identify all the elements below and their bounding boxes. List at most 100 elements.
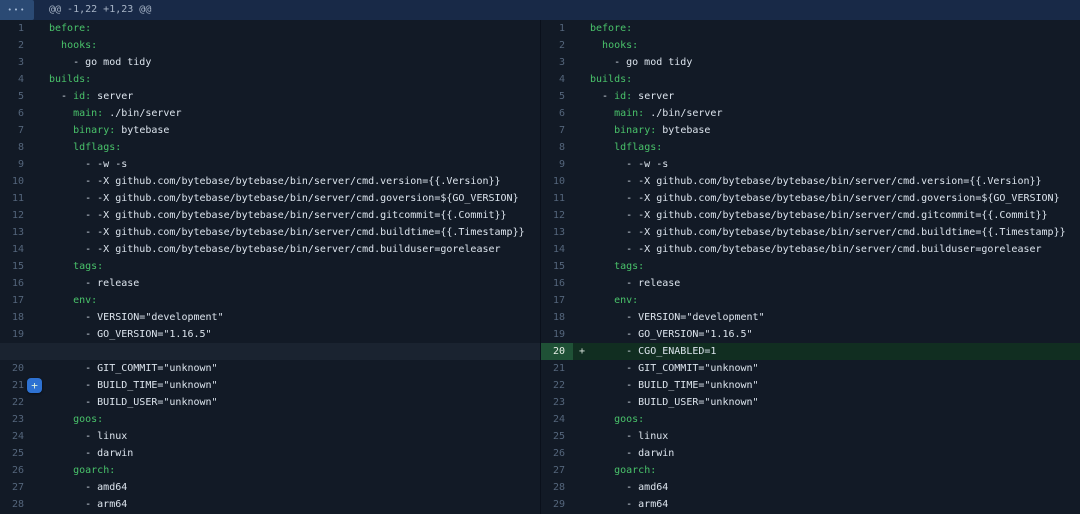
line-number[interactable]: 2 [541,37,573,54]
code-line: builds: [49,71,540,88]
line-number[interactable]: 3 [0,54,32,71]
yaml-key-token: goarch: [73,465,115,476]
line-number[interactable]: 1 [541,20,573,37]
line-number[interactable]: 12 [541,207,573,224]
line-number[interactable]: 7 [0,122,32,139]
line-row: 2 hooks: [541,37,1080,54]
line-number[interactable]: 22 [0,394,32,411]
line-number[interactable]: 16 [0,275,32,292]
line-number[interactable]: 8 [541,139,573,156]
line-number[interactable]: 15 [0,258,32,275]
line-number[interactable]: 26 [541,445,573,462]
line-number[interactable]: 24 [541,411,573,428]
plain-token [49,414,73,425]
code-line: main: ./bin/server [590,105,1080,122]
line-number[interactable]: 15 [541,258,573,275]
line-number[interactable]: 10 [541,173,573,190]
line-number[interactable]: 12 [0,207,32,224]
plain-token: - BUILD_TIME="unknown" [49,380,218,391]
line-number[interactable]: 13 [0,224,32,241]
line-number[interactable]: 6 [0,105,32,122]
plain-token: - BUILD_TIME="unknown" [590,380,759,391]
diff-marker [573,394,590,411]
diff-marker [573,37,590,54]
line-row: 19 - GO_VERSION="1.16.5" [541,326,1080,343]
line-number[interactable]: 28 [0,496,32,513]
yaml-key-token: main: [614,108,644,119]
line-number[interactable]: 5 [541,88,573,105]
diff-marker [573,258,590,275]
line-number[interactable]: 3 [541,54,573,71]
line-number[interactable]: 18 [0,309,32,326]
line-number[interactable]: 22 [541,377,573,394]
line-number[interactable]: 18 [541,309,573,326]
line-row: 27 - amd64 [0,479,540,496]
line-number[interactable]: 28 [541,479,573,496]
line-number[interactable]: 9 [0,156,32,173]
code-line: - BUILD_USER="unknown" [590,394,1080,411]
expand-hunk-button[interactable]: ••• [0,0,34,20]
line-number[interactable]: 19 [541,326,573,343]
diff-marker [32,207,49,224]
diff-marker [32,105,49,122]
diff-marker [32,479,49,496]
line-row: 7 binary: bytebase [0,122,540,139]
line-row: 18 - VERSION="development" [0,309,540,326]
line-number[interactable]: 26 [0,462,32,479]
line-number[interactable]: 9 [541,156,573,173]
line-number[interactable]: 27 [541,462,573,479]
line-number[interactable]: 29 [541,496,573,513]
line-number[interactable]: 25 [541,428,573,445]
line-number[interactable]: 24 [0,428,32,445]
line-number[interactable]: 1 [0,20,32,37]
plain-token: - linux [49,431,127,442]
line-number[interactable]: 4 [0,71,32,88]
line-number[interactable]: 19 [0,326,32,343]
line-number[interactable]: 14 [0,241,32,258]
plain-token [590,414,614,425]
line-number[interactable]: 27 [0,479,32,496]
yaml-key-token: binary: [73,125,115,136]
plain-token: - -w -s [49,159,127,170]
line-number[interactable]: 17 [0,292,32,309]
line-number[interactable]: 5 [0,88,32,105]
line-row: 9 - -w -s [0,156,540,173]
code-line: - -X github.com/bytebase/bytebase/bin/se… [49,207,540,224]
line-number[interactable]: 8 [0,139,32,156]
diff-marker [32,309,49,326]
plain-token: - -X github.com/bytebase/bytebase/bin/se… [590,210,1048,221]
add-comment-button[interactable]: + [27,378,42,393]
line-number[interactable]: 14 [541,241,573,258]
line-number[interactable]: 21 [541,360,573,377]
diff-marker [573,479,590,496]
code-line: ldflags: [49,139,540,156]
plain-token [590,261,614,272]
line-number[interactable]: 6 [541,105,573,122]
line-number[interactable]: 23 [541,394,573,411]
line-number[interactable]: 20 [541,343,573,360]
line-row: 12 - -X github.com/bytebase/bytebase/bin… [541,207,1080,224]
line-number[interactable]: 7 [541,122,573,139]
line-row: 1 before: [0,20,540,37]
line-number[interactable]: 16 [541,275,573,292]
empty-line-placeholder [0,343,540,360]
line-number[interactable]: 11 [541,190,573,207]
plain-token: - amd64 [590,482,668,493]
line-number[interactable]: 2 [0,37,32,54]
line-number[interactable]: 25 [0,445,32,462]
plain-token [590,142,614,153]
diff-marker [573,309,590,326]
line-number[interactable]: 4 [541,71,573,88]
plain-token [590,295,614,306]
line-number[interactable]: 17 [541,292,573,309]
line-number[interactable]: 11 [0,190,32,207]
line-row: 24 goos: [541,411,1080,428]
line-number[interactable]: 10 [0,173,32,190]
line-number[interactable]: 13 [541,224,573,241]
code-line: - -X github.com/bytebase/bytebase/bin/se… [49,173,540,190]
line-number[interactable]: 20 [0,360,32,377]
line-number[interactable]: 23 [0,411,32,428]
plain-token: - GIT_COMMIT="unknown" [590,363,759,374]
code-line: before: [590,20,1080,37]
diff-marker [32,173,49,190]
